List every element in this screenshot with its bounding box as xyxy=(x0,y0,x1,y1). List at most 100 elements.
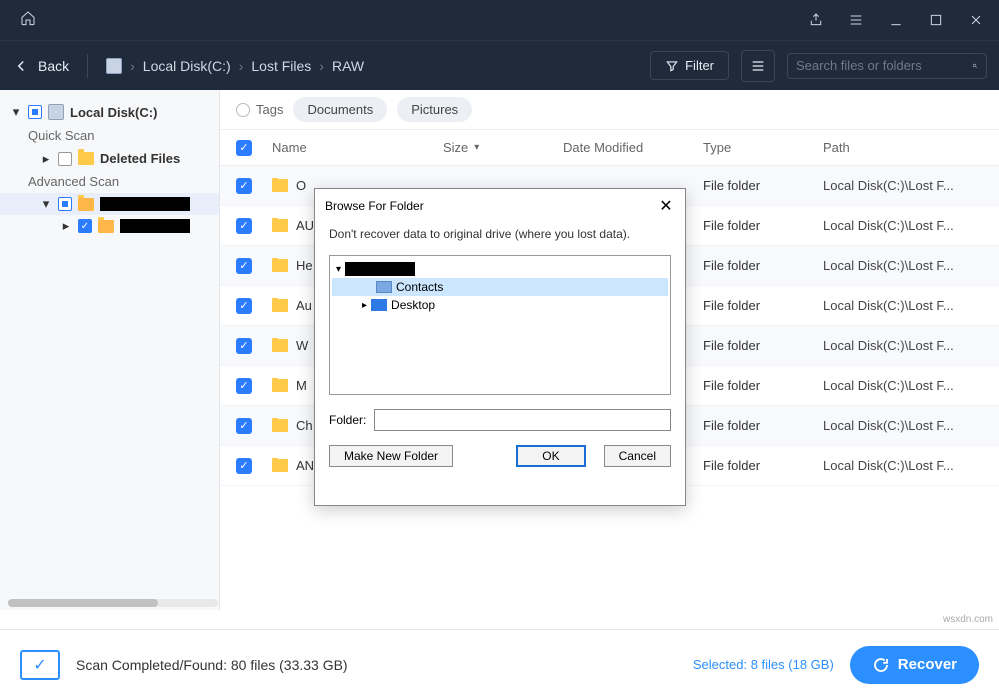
breadcrumb-item[interactable]: RAW xyxy=(332,58,364,74)
tag-documents[interactable]: Documents xyxy=(293,97,387,122)
tag-icon xyxy=(236,103,250,117)
row-type: File folder xyxy=(703,298,823,313)
folder-icon xyxy=(98,220,114,233)
dialog-folder-tree[interactable]: ▾ Contacts ▸ Desktop xyxy=(329,255,671,395)
folder-icon xyxy=(272,219,288,232)
watermark: wsxdn.com xyxy=(943,614,993,625)
col-date[interactable]: Date Modified xyxy=(563,140,703,155)
row-checkbox[interactable]: ✓ xyxy=(236,218,252,234)
tree-item-contacts[interactable]: Contacts xyxy=(332,278,668,296)
recover-label: Recover xyxy=(898,656,957,673)
sidebar-scrollbar[interactable] xyxy=(8,599,218,607)
row-checkbox[interactable]: ✓ xyxy=(236,418,252,434)
breadcrumb: › Local Disk(C:) › Lost Files › RAW xyxy=(106,58,364,74)
recover-button[interactable]: Recover xyxy=(850,646,979,684)
chevron-down-icon[interactable]: ▾ xyxy=(336,264,341,275)
col-type[interactable]: Type xyxy=(703,140,823,155)
scan-complete-icon: ✓ xyxy=(20,650,60,680)
folder-icon xyxy=(272,459,288,472)
col-size[interactable]: Size ▾ xyxy=(443,140,563,155)
col-name[interactable]: Name xyxy=(272,140,443,155)
row-path: Local Disk(C:)\Lost F... xyxy=(823,378,983,393)
row-checkbox[interactable]: ✓ xyxy=(236,338,252,354)
recover-icon xyxy=(872,656,890,674)
divider xyxy=(87,54,88,78)
chevron-right-icon[interactable]: ▸ xyxy=(40,153,52,165)
scan-status: Scan Completed/Found: 80 files (33.33 GB… xyxy=(76,657,348,673)
browse-folder-dialog: Browse For Folder ✕ Don't recover data t… xyxy=(314,188,686,506)
back-label: Back xyxy=(38,58,69,74)
share-icon[interactable] xyxy=(801,5,831,35)
search-input[interactable] xyxy=(796,58,972,73)
redacted-label xyxy=(345,262,415,276)
tree-root[interactable]: ▾ Local Disk(C:) xyxy=(0,100,219,124)
tree-item-advanced[interactable]: ▾ xyxy=(0,193,219,215)
minimize-button[interactable] xyxy=(881,5,911,35)
home-icon[interactable] xyxy=(20,10,36,31)
dialog-title: Browse For Folder xyxy=(325,199,424,213)
checkbox[interactable] xyxy=(58,152,72,166)
breadcrumb-item[interactable]: Lost Files xyxy=(251,58,311,74)
tree-item-child[interactable]: ▸ ✓ xyxy=(0,215,219,237)
maximize-button[interactable] xyxy=(921,5,951,35)
folder-icon xyxy=(272,179,288,192)
redacted-label xyxy=(100,197,190,211)
col-path[interactable]: Path xyxy=(823,140,983,155)
back-button[interactable]: Back xyxy=(12,57,69,75)
folder-icon xyxy=(272,339,288,352)
search-icon[interactable] xyxy=(972,58,978,74)
search-box[interactable] xyxy=(787,53,987,79)
folder-icon xyxy=(78,152,94,165)
chevron-down-icon[interactable]: ▾ xyxy=(10,106,22,118)
folder-icon xyxy=(272,419,288,432)
tag-pictures[interactable]: Pictures xyxy=(397,97,472,122)
chevron-right-icon[interactable]: ▸ xyxy=(362,300,367,311)
breadcrumb-item[interactable]: Local Disk(C:) xyxy=(143,58,231,74)
chevron-down-icon[interactable]: ▾ xyxy=(40,198,52,210)
tree-label: Contacts xyxy=(396,280,443,294)
row-checkbox[interactable]: ✓ xyxy=(236,258,252,274)
select-all-checkbox[interactable]: ✓ xyxy=(236,140,252,156)
row-type: File folder xyxy=(703,338,823,353)
redacted-label xyxy=(120,219,190,233)
filter-button[interactable]: Filter xyxy=(650,51,729,80)
tree-item-deleted-files[interactable]: ▸ Deleted Files xyxy=(0,147,219,170)
quick-scan-label: Quick Scan xyxy=(0,124,219,147)
row-checkbox[interactable]: ✓ xyxy=(236,378,252,394)
checkbox-partial[interactable] xyxy=(58,197,72,211)
tree-item-desktop[interactable]: ▸ Desktop xyxy=(332,296,668,314)
dialog-message: Don't recover data to original drive (wh… xyxy=(315,223,685,251)
checkbox-checked[interactable]: ✓ xyxy=(78,219,92,233)
row-path: Local Disk(C:)\Lost F... xyxy=(823,298,983,313)
row-checkbox[interactable]: ✓ xyxy=(236,298,252,314)
chevron-right-icon[interactable]: ▸ xyxy=(60,220,72,232)
row-path: Local Disk(C:)\Lost F... xyxy=(823,178,983,193)
disk-icon xyxy=(48,104,64,120)
row-type: File folder xyxy=(703,178,823,193)
tree-root-label: Local Disk(C:) xyxy=(70,105,157,120)
folder-path-input[interactable] xyxy=(374,409,671,431)
toolbar: Back › Local Disk(C:) › Lost Files › RAW… xyxy=(0,40,999,90)
folder-field-label: Folder: xyxy=(329,413,366,427)
dialog-close-button[interactable]: ✕ xyxy=(657,197,675,215)
scrollbar-thumb[interactable] xyxy=(8,599,158,607)
close-button[interactable] xyxy=(961,5,991,35)
cancel-button[interactable]: Cancel xyxy=(604,445,671,467)
menu-icon[interactable] xyxy=(841,5,871,35)
deleted-files-label: Deleted Files xyxy=(100,151,180,166)
tree-label: Desktop xyxy=(391,298,435,312)
tree-item[interactable]: ▾ xyxy=(332,260,668,278)
make-new-folder-button[interactable]: Make New Folder xyxy=(329,445,453,467)
desktop-icon xyxy=(371,299,387,311)
ok-button[interactable]: OK xyxy=(516,445,585,467)
row-checkbox[interactable]: ✓ xyxy=(236,458,252,474)
advanced-scan-label: Advanced Scan xyxy=(0,170,219,193)
filter-label: Filter xyxy=(685,58,714,73)
disk-icon xyxy=(106,58,122,74)
tags-label: Tags xyxy=(236,102,283,117)
view-list-button[interactable] xyxy=(741,50,775,82)
row-checkbox[interactable]: ✓ xyxy=(236,178,252,194)
tagbar: Tags Documents Pictures xyxy=(220,90,999,130)
checkbox-partial[interactable] xyxy=(28,105,42,119)
sidebar: ▾ Local Disk(C:) Quick Scan ▸ Deleted Fi… xyxy=(0,90,220,610)
